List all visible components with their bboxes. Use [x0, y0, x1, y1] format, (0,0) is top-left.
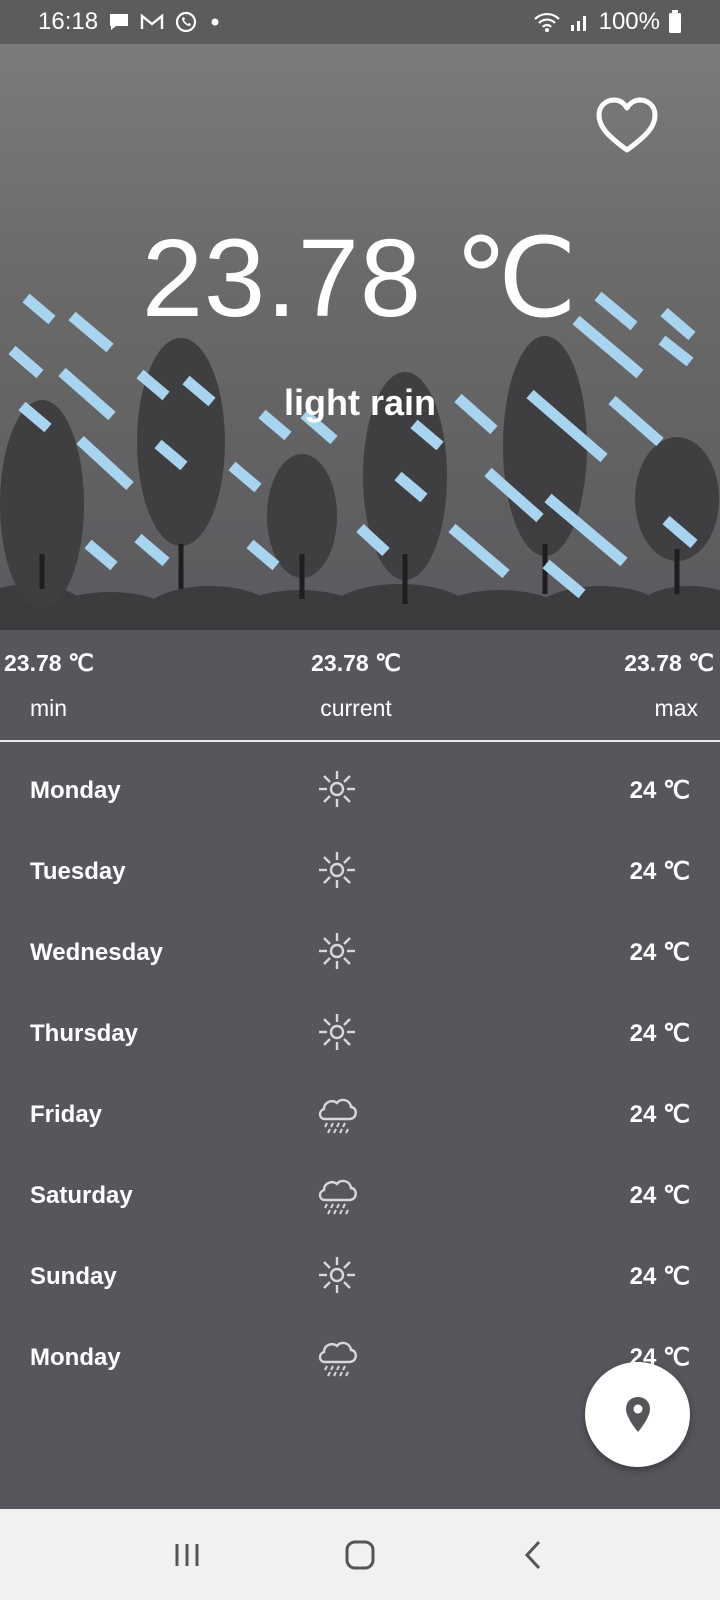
location-button[interactable]: [585, 1362, 690, 1467]
forecast-row: Monday 24 ℃: [0, 750, 720, 831]
forecast-list: Monday 24 ℃ Tuesday 24 ℃ Wednesday 24 ℃ Thursd…: [0, 750, 720, 1398]
forecast-temp: 24 ℃: [629, 1101, 690, 1128]
max-label: max: [654, 695, 698, 721]
divider: [0, 740, 720, 742]
max-value: 23.78 ℃: [624, 650, 714, 676]
min-value: 23.78 ℃: [4, 650, 94, 676]
battery-icon: [668, 10, 682, 34]
current-temperature: 23.78 ℃: [141, 217, 579, 340]
cloud-rain-icon: [311, 1168, 363, 1220]
sun-icon: [311, 763, 363, 815]
forecast-temp: 24 ℃: [629, 939, 690, 966]
location-pin-icon: [625, 1396, 650, 1432]
status-right: 100%: [533, 8, 682, 36]
wifi-icon: [533, 11, 561, 33]
temperature-summary: 23.78 ℃ current 23.78 ℃ min 23.78 ℃ max: [0, 630, 720, 740]
forecast-day: Friday: [30, 1100, 103, 1128]
forecast-day: Thursday: [30, 1019, 139, 1047]
current-label: current: [320, 695, 392, 721]
status-left: 16:18: [38, 8, 533, 36]
sun-icon: [311, 925, 363, 977]
signal-icon: [569, 11, 591, 33]
weather-condition: light rain: [284, 382, 436, 423]
summary-max: 23.78 ℃ max: [624, 650, 714, 722]
sun-icon: [311, 1006, 363, 1058]
forecast-row: Tuesday 24 ℃: [0, 831, 720, 912]
home-button[interactable]: [330, 1525, 390, 1585]
forecast-day: Saturday: [30, 1181, 133, 1209]
recent-apps-icon: [175, 1543, 199, 1566]
heart-outline-icon: [596, 97, 658, 153]
back-icon: [525, 1540, 541, 1569]
forecast-row: Sunday 24 ℃: [0, 1236, 720, 1317]
forecast-temp: 24 ℃: [629, 1182, 690, 1209]
forecast-row: Thursday 24 ℃: [0, 993, 720, 1074]
forecast-temp: 24 ℃: [629, 1020, 690, 1047]
forecast-temp: 24 ℃: [629, 777, 690, 804]
forecast-day: Monday: [30, 776, 121, 804]
min-label: min: [30, 695, 68, 721]
sun-icon: [311, 844, 363, 896]
recent-apps-button[interactable]: [157, 1525, 217, 1585]
battery-percent: 100%: [598, 8, 660, 35]
weather-hero: 23.78 ℃ light rain: [0, 44, 720, 630]
forecast-temp: 24 ℃: [629, 858, 690, 885]
current-value: 23.78 ℃: [311, 650, 401, 676]
forecast-day: Monday: [30, 1343, 121, 1371]
message-icon: [108, 12, 130, 32]
favorite-button[interactable]: [594, 96, 660, 156]
whatsapp-icon: [174, 10, 198, 34]
summary-current: 23.78 ℃ current: [0, 650, 720, 722]
forecast-temp: 24 ℃: [629, 1263, 690, 1290]
cloud-rain-icon: [311, 1330, 363, 1382]
dot-icon: [208, 15, 222, 29]
forecast-day: Tuesday: [30, 857, 126, 885]
forecast-row: Saturday 24 ℃: [0, 1155, 720, 1236]
status-bar: 16:18 100%: [0, 0, 720, 44]
home-icon: [345, 1540, 375, 1569]
forecast-row: Wednesday 24 ℃: [0, 912, 720, 993]
forecast-day: Sunday: [30, 1262, 117, 1290]
status-time: 16:18: [38, 8, 99, 35]
back-button[interactable]: [503, 1525, 563, 1585]
cloud-rain-icon: [311, 1087, 363, 1139]
summary-min: 23.78 ℃ min: [4, 650, 94, 722]
forecast-row: Friday 24 ℃: [0, 1074, 720, 1155]
sun-icon: [311, 1249, 363, 1301]
system-nav-bar: [0, 1509, 720, 1600]
forecast-day: Wednesday: [30, 938, 163, 966]
gmail-icon: [140, 13, 164, 31]
